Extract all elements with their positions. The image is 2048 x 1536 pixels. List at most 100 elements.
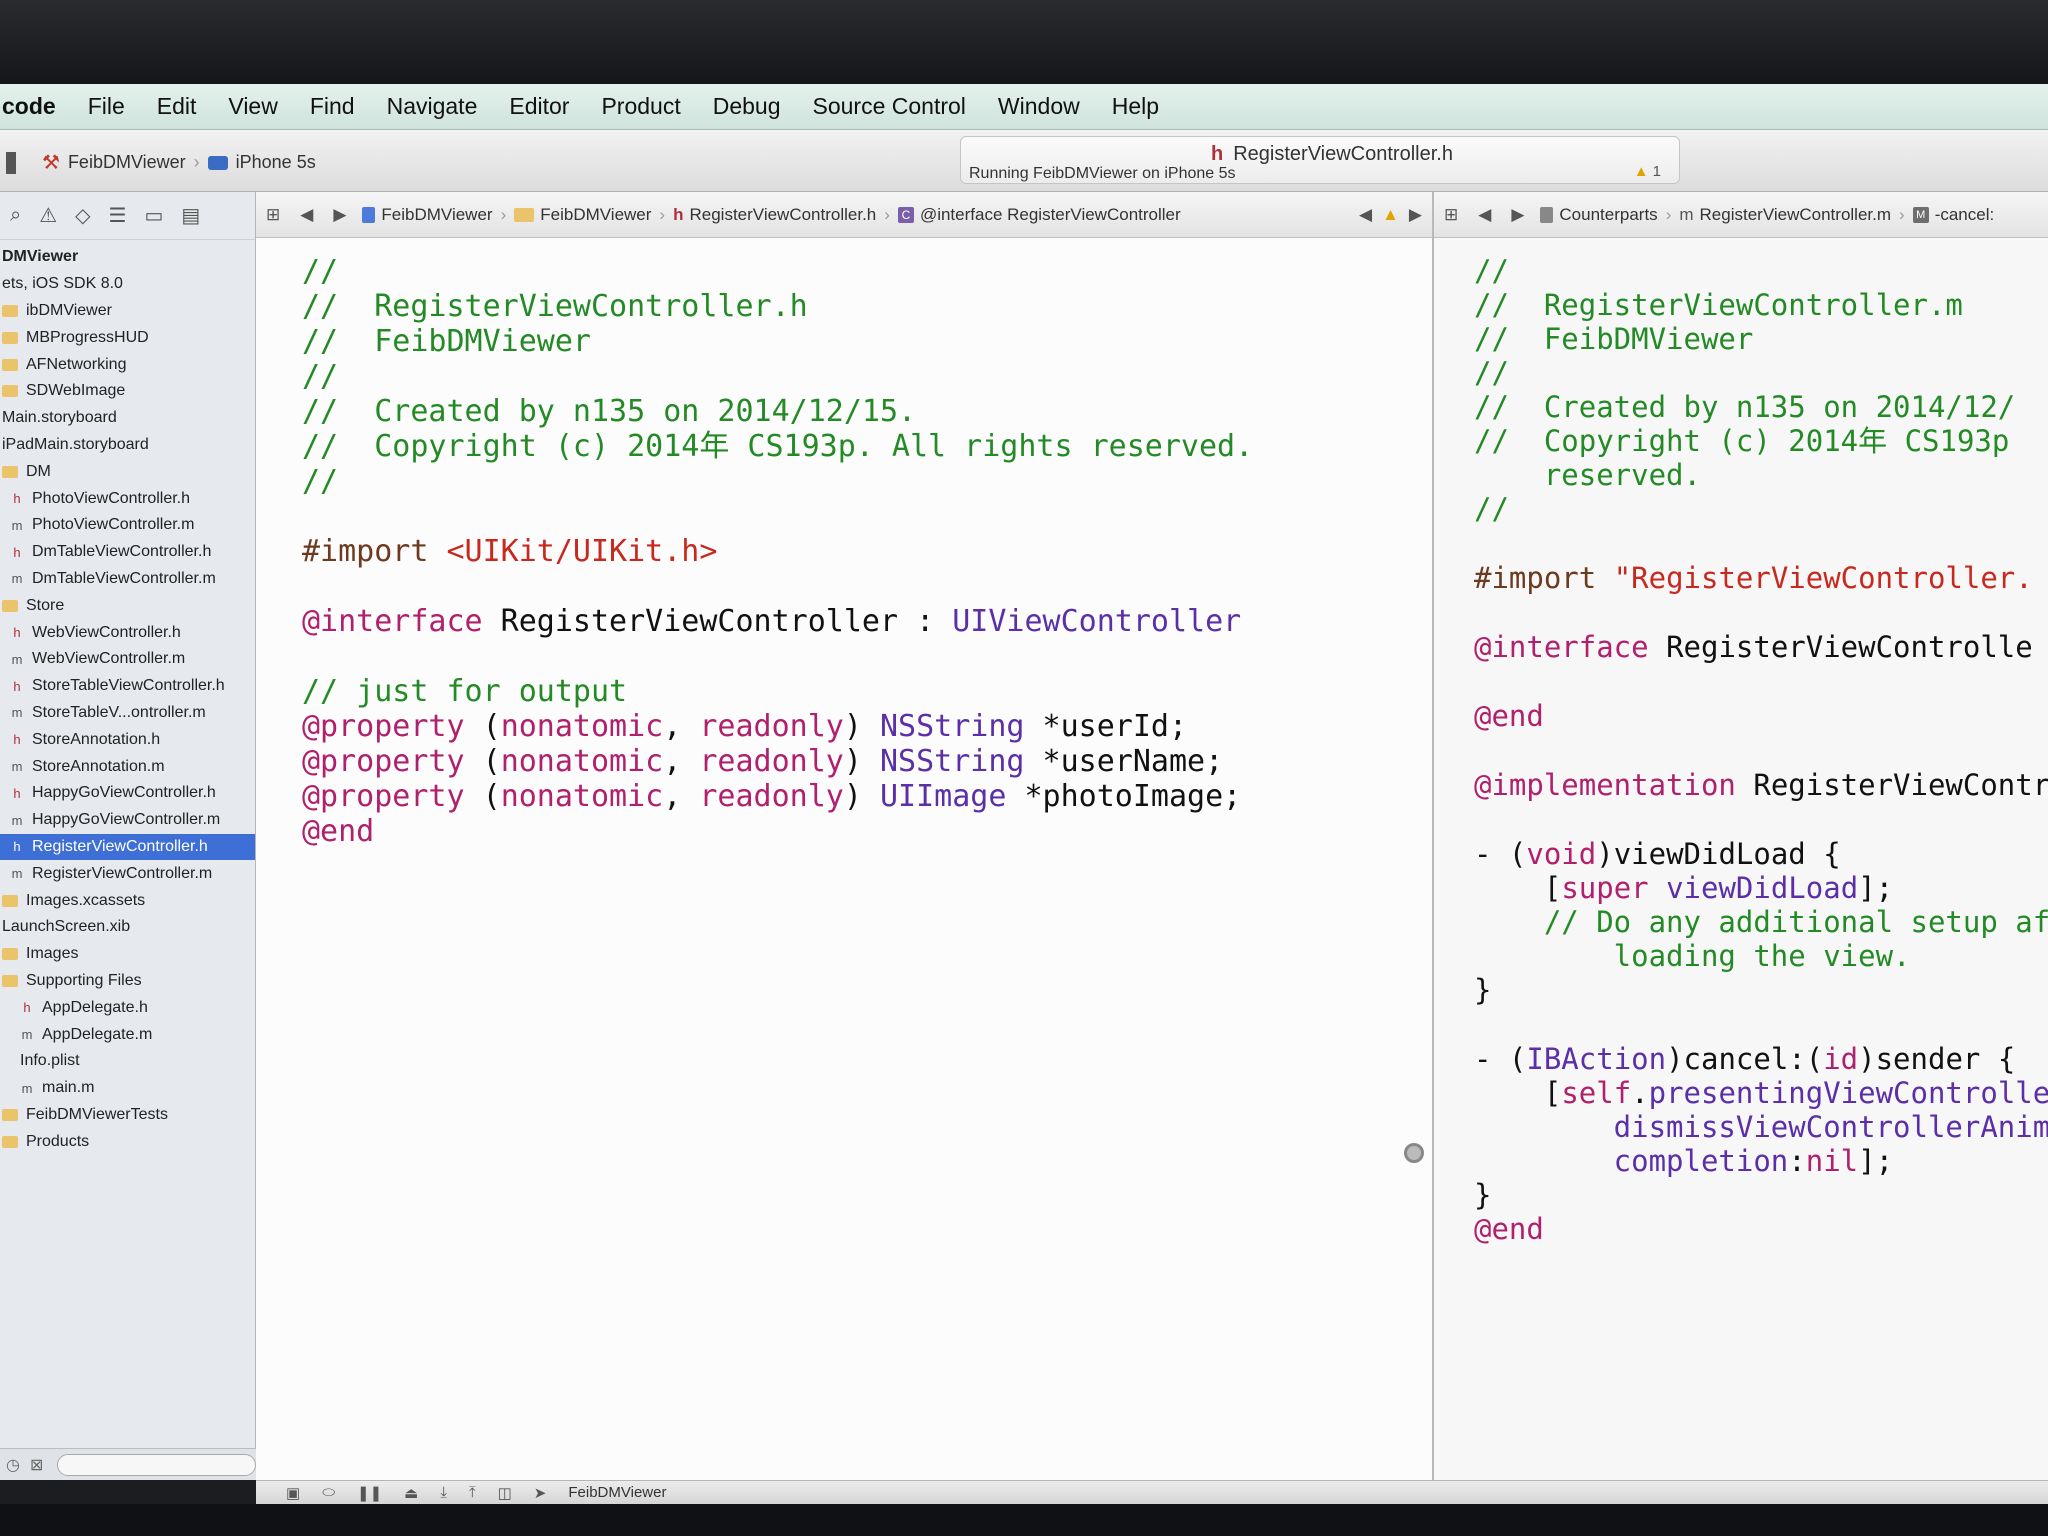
hide-debug-area-icon[interactable]: ▣ [286, 1484, 300, 1502]
nav-item[interactable]: DM [0, 458, 255, 485]
stop-button[interactable] [6, 151, 16, 174]
nav-item[interactable]: DMViewer [0, 244, 255, 271]
implementation-file-icon: m [11, 759, 23, 775]
step-over-icon[interactable]: ⏏ [404, 1484, 418, 1502]
menu-find[interactable]: Find [294, 93, 371, 120]
location-arrow-icon[interactable]: ➤ [534, 1484, 547, 1502]
warning-indicator[interactable]: ▲ 1 [1634, 163, 1661, 180]
menu-app-name[interactable]: code [0, 93, 72, 120]
report-icon[interactable]: ▤ [181, 203, 200, 228]
crumb-method[interactable]: M -cancel: [1907, 205, 2001, 225]
nav-item[interactable]: m main.m [0, 1075, 255, 1102]
crumb-impl-file[interactable]: m RegisterViewController.m [1673, 205, 1897, 225]
nav-item[interactable]: h WebViewController.h [0, 619, 255, 646]
code-token: *photoImage; [1006, 779, 1242, 814]
nav-item[interactable]: h HappyGoViewController.h [0, 780, 255, 807]
nav-item[interactable]: h PhotoViewController.h [0, 485, 255, 512]
view-debugger-icon[interactable]: ◫ [498, 1484, 512, 1502]
code-line: reserved. [1474, 458, 2048, 492]
class-icon: C [897, 206, 914, 223]
nav-item[interactable]: h StoreAnnotation.h [0, 726, 255, 753]
chevron-right-icon: › [659, 204, 666, 224]
test-diamond-icon[interactable]: ◇ [75, 203, 90, 228]
issue-prev-icon[interactable]: ◀ [1349, 205, 1382, 225]
menu-navigate[interactable]: Navigate [371, 93, 494, 120]
menu-editor[interactable]: Editor [493, 93, 585, 120]
scheme-device[interactable]: iPhone 5s [236, 152, 316, 173]
nav-item[interactable]: Store [0, 592, 255, 619]
crumb-counterparts[interactable]: Counterparts [1534, 205, 1663, 225]
crumb-symbol[interactable]: C @interface RegisterViewController [892, 205, 1187, 225]
nav-item[interactable]: m DmTableViewController.m [0, 566, 255, 593]
step-out-icon[interactable]: ⤒ [469, 1484, 476, 1501]
scheme-project[interactable]: FeibDMViewer [68, 152, 186, 173]
search-icon[interactable]: ⌕ [10, 204, 21, 227]
assistant-editor: ⊞ ◀ ▶ Counterparts › m RegisterViewContr… [1404, 192, 2048, 1480]
navigator-filter-field[interactable] [57, 1453, 256, 1476]
scm-status-icon[interactable]: ⊠ [30, 1455, 43, 1475]
forward-arrow-icon[interactable]: ▶ [1501, 205, 1534, 225]
debug-list-icon[interactable]: ☰ [109, 203, 127, 228]
code-line: // Created by n135 on 2014/12/15. [302, 394, 1432, 429]
nav-item[interactable]: m AppDelegate.m [0, 1021, 255, 1048]
nav-item[interactable]: h DmTableViewController.h [0, 539, 255, 566]
menu-product[interactable]: Product [585, 93, 696, 120]
nav-item[interactable]: AFNetworking [0, 351, 255, 378]
nav-item[interactable]: h StoreTableViewController.h [0, 673, 255, 700]
crumb-project[interactable]: FeibDMViewer [356, 205, 498, 225]
warning-count: 1 [1652, 163, 1661, 180]
code-text-area[interactable]: //// RegisterViewController.m// FeibDMVi… [1434, 238, 2048, 1246]
menu-edit[interactable]: Edit [141, 93, 213, 120]
nav-item[interactable]: m StoreAnnotation.m [0, 753, 255, 780]
crumb-group[interactable]: FeibDMViewer [508, 205, 657, 225]
menu-view[interactable]: View [212, 93, 293, 120]
nav-item[interactable]: Images.xcassets [0, 887, 255, 914]
code-token: ) [843, 744, 880, 779]
nav-item[interactable]: iPadMain.storyboard [0, 432, 255, 459]
scheme-selector[interactable]: ⚒ FeibDMViewer › iPhone 5s [6, 150, 316, 175]
pause-icon[interactable]: ❚❚ [357, 1484, 382, 1502]
related-items-icon[interactable]: ⊞ [256, 205, 290, 225]
code-token: loading the view. [1474, 939, 1911, 973]
nav-item[interactable]: ibDMViewer [0, 298, 255, 325]
nav-item[interactable]: h RegisterViewController.h [0, 833, 255, 861]
code-text-area[interactable]: //// RegisterViewController.h// FeibDMVi… [256, 238, 1432, 849]
nav-item[interactable]: h AppDelegate.h [0, 994, 255, 1021]
nav-item[interactable]: Products [0, 1128, 255, 1155]
crumb-file[interactable]: h RegisterViewController.h [667, 205, 882, 225]
menu-source-control[interactable]: Source Control [797, 93, 982, 120]
nav-item[interactable]: ets, iOS SDK 8.0 [0, 271, 255, 298]
related-items-icon[interactable]: ⊞ [1434, 205, 1468, 225]
nav-item[interactable]: Supporting Files [0, 968, 255, 995]
menu-debug[interactable]: Debug [697, 93, 797, 120]
nav-item[interactable]: m RegisterViewController.m [0, 860, 255, 887]
back-arrow-icon[interactable]: ◀ [1468, 205, 1501, 225]
menu-help[interactable]: Help [1096, 93, 1175, 120]
warning-icon[interactable]: ▲ [1382, 205, 1399, 225]
breakpoints-toggle-icon[interactable]: ⬭ [322, 1484, 335, 1501]
menu-file[interactable]: File [72, 93, 141, 120]
menu-window[interactable]: Window [982, 93, 1096, 120]
step-into-icon[interactable]: ⤓ [440, 1484, 447, 1501]
code-token: dismissViewControllerAnimat [1474, 1110, 2048, 1144]
nav-item[interactable]: MBProgressHUD [0, 324, 255, 351]
nav-item[interactable]: m HappyGoViewController.m [0, 807, 255, 834]
back-arrow-icon[interactable]: ◀ [290, 205, 323, 225]
nav-item[interactable]: Images [0, 941, 255, 968]
recent-clock-icon[interactable]: ◷ [6, 1455, 20, 1475]
breakpoint-icon[interactable]: ▭ [144, 203, 163, 228]
nav-item[interactable]: FeibDMViewerTests [0, 1102, 255, 1129]
issue-warning-icon[interactable]: ⚠ [39, 203, 57, 228]
nav-item[interactable]: m StoreTableV...ontroller.m [0, 700, 255, 727]
issue-next-icon[interactable]: ▶ [1399, 205, 1432, 225]
connection-dot-icon[interactable] [1404, 1143, 1424, 1163]
nav-item[interactable]: Info.plist [0, 1048, 255, 1075]
forward-arrow-icon[interactable]: ▶ [323, 205, 356, 225]
nav-item[interactable]: Main.storyboard [0, 405, 255, 432]
nav-item[interactable]: SDWebImage [0, 378, 255, 405]
nav-item[interactable]: m PhotoViewController.m [0, 512, 255, 539]
nav-item[interactable]: LaunchScreen.xib [0, 914, 255, 941]
nav-item[interactable]: m WebViewController.m [0, 646, 255, 673]
